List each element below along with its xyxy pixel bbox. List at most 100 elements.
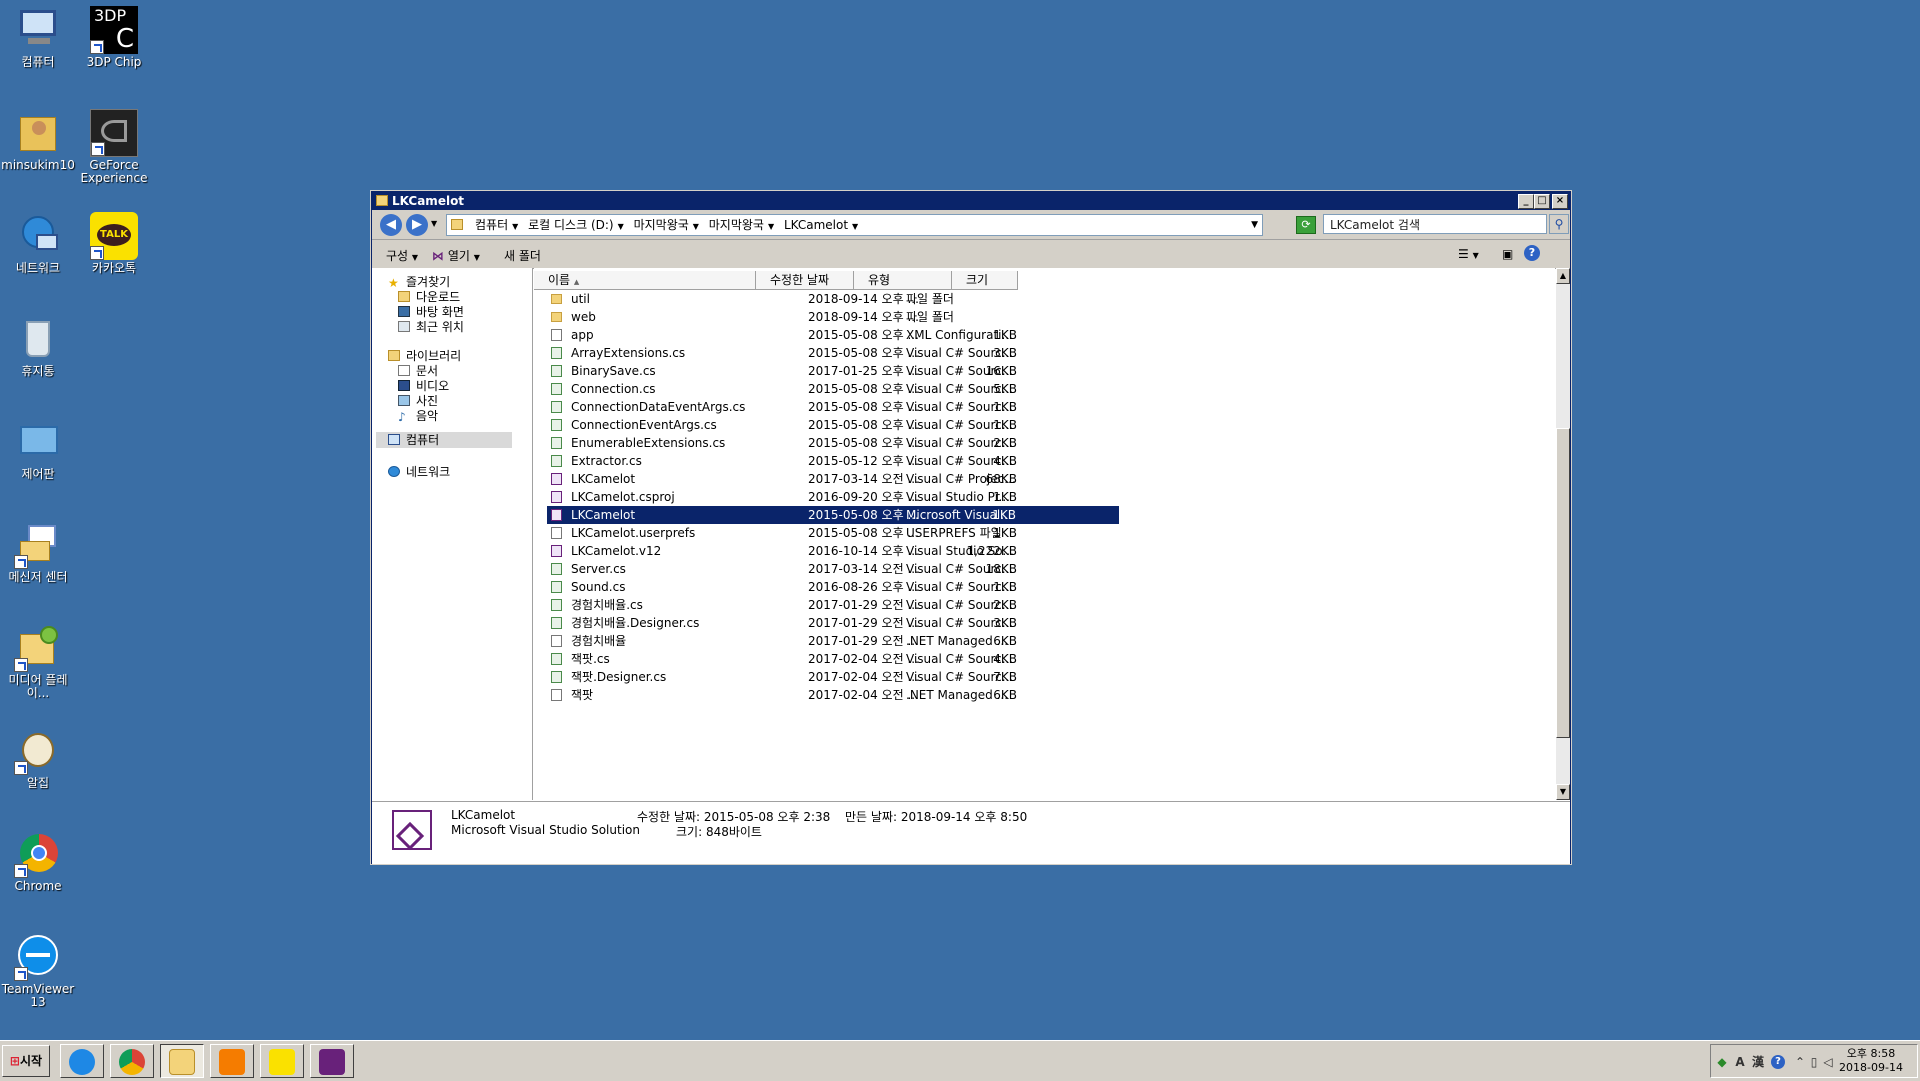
organize-button[interactable]: 구성 ▼ [386,247,418,264]
chevron-down-icon[interactable]: ▼ [768,222,774,231]
desktop-icon-recycle-bin[interactable]: 휴지통 [0,315,76,378]
desktop-icon-3dp-chip[interactable]: 3DP C 3DP Chip [76,6,152,69]
table-row[interactable]: 잭팟 2017-02-04 오전 ... .NET Managed ... 6KB [547,686,1127,704]
pictures-icon [398,395,410,406]
nav-music[interactable]: ♪ 음악 [398,407,438,424]
network-icon [388,466,400,477]
column-size[interactable]: 크기 [952,271,1018,289]
back-button[interactable]: ◀ [380,214,402,236]
title-bar[interactable]: LKCamelot _ □ × [372,192,1570,210]
refresh-button[interactable]: ⟳ [1296,216,1316,234]
table-row[interactable]: ArrayExtensions.cs 2015-05-08 오후 ... Visua… [547,344,1127,362]
forward-button[interactable]: ▶ [406,214,428,236]
desktop-icon-messenger[interactable]: 메신저 센터 [0,521,76,584]
column-date[interactable]: 수정한 날짜 [756,271,854,289]
ime-icon[interactable]: ◆ [1715,1055,1729,1069]
help-icon[interactable]: ? [1524,245,1540,261]
usb-icon[interactable]: ▯ [1807,1055,1821,1069]
file-date: 2015-05-12 오후 ... [808,454,919,468]
desktop-icon-control-panel[interactable]: 제어판 [0,418,76,481]
breadcrumb-folder-1[interactable]: 마지막왕국 [634,218,689,232]
start-button[interactable]: ⊞시작 [2,1045,50,1077]
table-row[interactable]: 경험치배율.cs 2017-01-29 오전 ... Visual C# Sourc… [547,596,1127,614]
chevron-down-icon[interactable]: ▼ [512,222,518,231]
table-row[interactable]: LKCamelot.csproj 2016-09-20 오후 ... Visual … [547,488,1127,506]
taskbar-app-ie[interactable] [60,1044,104,1078]
desktop-icon-kakaotalk[interactable]: TALK 카카오톡 [76,212,152,275]
table-row[interactable]: 경험치배율 2017-01-29 오전 ... .NET Managed ... 6K… [547,632,1127,650]
chevron-down-icon[interactable]: ▼ [618,222,624,231]
table-row[interactable]: Sound.cs 2016-08-26 오후 ... Visual C# Sourc… [547,578,1127,596]
close-button[interactable]: × [1552,194,1568,209]
chevron-down-icon[interactable]: ▼ [852,222,858,231]
shortcut-arrow-icon [14,967,28,981]
taskbar-app-kakaotalk[interactable] [260,1044,304,1078]
desktop-icon-teamviewer[interactable]: TeamViewer 13 [0,933,76,1009]
ime-mode-indicator[interactable]: A [1733,1055,1747,1069]
taskbar-app-media-player[interactable] [210,1044,254,1078]
tray-expand-icon[interactable]: ⌃ [1793,1055,1807,1069]
column-type[interactable]: 유형 [854,271,952,289]
table-row-selected[interactable]: LKCamelot 2015-05-08 오후 ... Microsoft Visu… [547,506,1119,524]
address-dropdown-icon[interactable]: ▼ [1251,215,1258,235]
breadcrumb-local-disk[interactable]: 로컬 디스크 (D:) [528,218,613,232]
nav-network[interactable]: 네트워크 [388,463,450,480]
nav-computer[interactable]: 컴퓨터 [376,432,512,448]
history-dropdown-icon[interactable]: ▼ [431,219,437,228]
hanja-indicator[interactable]: 漢 [1751,1055,1765,1069]
cs-icon [551,671,562,683]
scroll-thumb[interactable] [1556,428,1570,738]
vertical-scrollbar[interactable]: ▲ ▼ [1556,268,1570,800]
table-row[interactable]: BinarySave.cs 2017-01-25 오후 ... Visual C# … [547,362,1127,380]
scroll-down-button[interactable]: ▼ [1556,784,1570,800]
table-row[interactable]: 잭팟.cs 2017-02-04 오전 ... Visual C# Sourc...… [547,650,1127,668]
table-row[interactable]: LKCamelot.userprefs 2015-05-08 오후 ... USER… [547,524,1127,542]
table-row[interactable]: LKCamelot 2017-03-14 오전 ... Visual C# Proj… [547,470,1127,488]
desktop-icon-computer[interactable]: 컴퓨터 [0,6,76,69]
table-row[interactable]: web 2018-09-14 오후 ... 파일 폴더 [547,308,1127,326]
taskbar-app-chrome[interactable] [110,1044,154,1078]
table-row[interactable]: EnumerableExtensions.cs 2015-05-08 오후 ...… [547,434,1127,452]
clock[interactable]: 오후 8:58 2018-09-14 [1831,1047,1911,1075]
search-icon[interactable]: ⚲ [1549,214,1569,234]
file-name: 경험치배율.cs [571,598,643,612]
table-row[interactable]: util 2018-09-14 오후 ... 파일 폴더 [547,290,1127,308]
breadcrumb-folder-2[interactable]: 마지막왕국 [709,218,764,232]
column-name[interactable]: 이름 ▲ [534,271,756,289]
help-icon[interactable]: ? [1771,1055,1785,1069]
desktop-icon-network[interactable]: 네트워크 [0,212,76,275]
maximize-button[interactable]: □ [1534,194,1550,209]
chevron-down-icon[interactable]: ▼ [693,222,699,231]
table-row[interactable]: Extractor.cs 2015-05-12 오후 ... Visual C# S… [547,452,1127,470]
preview-pane-icon[interactable]: ▣ [1502,247,1513,261]
table-row[interactable]: Connection.cs 2015-05-08 오후 ... Visual C# … [547,380,1127,398]
file-name: 경험치배율.Designer.cs [571,616,700,630]
table-row[interactable]: app 2015-05-08 오후 ... XML Configurati... 1K… [547,326,1127,344]
table-row[interactable]: 잭팟.Designer.cs 2017-02-04 오전 ... Visual C#… [547,668,1127,686]
nav-recent[interactable]: 최근 위치 [398,318,464,335]
file-name: LKCamelot.v12 [571,544,662,558]
view-options-icon[interactable]: ☰ ▼ [1458,247,1479,261]
shortcut-arrow-icon [91,142,105,156]
videos-icon [398,380,410,391]
desktop-icon-geforce[interactable]: GeForce Experience [76,109,152,185]
search-input[interactable]: LKCamelot 검색 [1323,214,1547,234]
desktop-icon-user-folder[interactable]: minsukim10 [0,109,76,172]
new-folder-button[interactable]: 새 폴더 [504,247,541,264]
breadcrumb-lkcamelot[interactable]: LKCamelot [784,218,848,232]
scroll-up-button[interactable]: ▲ [1556,268,1570,284]
desktop-icon-alzip[interactable]: 알집 [0,727,76,790]
desktop-icon-chrome[interactable]: Chrome [0,830,76,893]
open-button[interactable]: ⋈ 열기 ▼ [432,247,480,264]
table-row[interactable]: 경험치배율.Designer.cs 2017-01-29 오전 ... Visual… [547,614,1127,632]
table-row[interactable]: ConnectionEventArgs.cs 2015-05-08 오후 ... V… [547,416,1127,434]
address-bar[interactable]: 컴퓨터 ▼ 로컬 디스크 (D:) ▼ 마지막왕국 ▼ 마지막왕국 ▼ LKCamelo… [446,214,1263,236]
table-row[interactable]: ConnectionDataEventArgs.cs 2015-05-08 오후 … [547,398,1127,416]
table-row[interactable]: Server.cs 2017-03-14 오전 ... Visual C# Sour… [547,560,1127,578]
desktop-icon-media-player[interactable]: 미디어 플레이... [0,624,76,700]
taskbar-app-visual-studio[interactable] [310,1044,354,1078]
minimize-button[interactable]: _ [1518,194,1534,209]
breadcrumb-computer[interactable]: 컴퓨터 [475,218,508,232]
table-row[interactable]: LKCamelot.v12 2016-10-14 오후 ... Visual Stu… [547,542,1127,560]
taskbar-app-explorer[interactable] [160,1044,204,1078]
